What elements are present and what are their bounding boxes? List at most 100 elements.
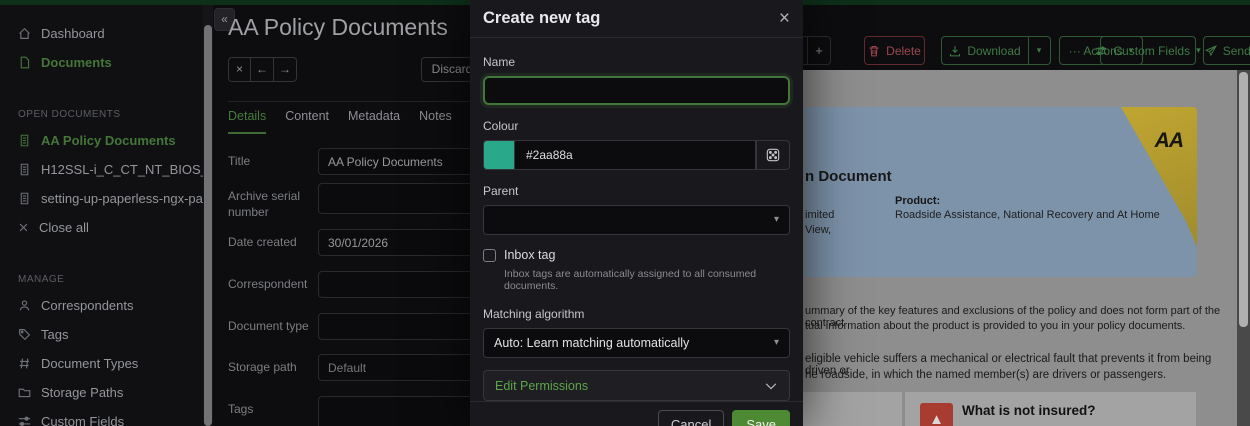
tab-details[interactable]: Details [228, 109, 266, 134]
colour-label: Colour [483, 119, 790, 133]
open-documents-header: OPEN DOCUMENTS [0, 95, 203, 126]
file-text-icon [18, 163, 31, 176]
inbox-tag-label: Inbox tag [504, 248, 555, 262]
field-label: Storage path [228, 354, 318, 381]
download-icon [949, 45, 961, 57]
close-icon [18, 222, 29, 233]
document-preview-pane: AA n Document imited View, Product: Road… [788, 70, 1237, 426]
open-doc-item[interactable]: H12SSL-i_C_CT_NT_BIOS_3.3_rele... [0, 155, 203, 184]
zoom-in-button[interactable]: + [808, 36, 831, 65]
open-doc-item[interactable]: setting-up-paperless-ngx-part-one [0, 184, 203, 213]
doc-heading-fragment: n Document [805, 168, 892, 185]
sidebar-item-label: Correspondents [41, 298, 134, 313]
name-label: Name [483, 55, 790, 69]
delete-button[interactable]: Delete [864, 36, 925, 65]
modal-header: Create new tag × [470, 0, 803, 38]
open-doc-label: setting-up-paperless-ngx-part-one [41, 191, 203, 206]
field-label: Title [228, 148, 318, 175]
tab-metadata[interactable]: Metadata [348, 109, 400, 134]
aa-logo: AA [1155, 129, 1183, 153]
modal-body: Name Colour Parent ▾ Inbox tag Inbox tag… [470, 38, 803, 401]
close-document-button[interactable]: × [228, 57, 251, 82]
manage-header: MANAGE [0, 260, 203, 291]
custom-fields-button[interactable]: Custom Fields ▾ [1100, 36, 1196, 65]
sidebar-item-dashboard[interactable]: Dashboard [0, 19, 203, 48]
download-button[interactable]: Download [941, 36, 1029, 65]
field-label: Date created [228, 229, 318, 256]
sidebar-item-documents[interactable]: Documents [0, 48, 203, 77]
page-title: AA Policy Documents [228, 14, 448, 41]
sliders-icon [1095, 45, 1107, 57]
aa-logo-ribbon [1121, 107, 1197, 247]
parent-label: Parent [483, 184, 790, 198]
chevron-down-icon: ▾ [774, 337, 779, 348]
doc-address-fragment: View, [805, 224, 831, 236]
documents-icon [18, 56, 31, 69]
close-all-button[interactable]: Close all [0, 213, 203, 242]
ipid-section-box: ▲ What is not insured? [905, 392, 1196, 426]
document-nav-group: × ← → [228, 57, 297, 82]
chevron-down-icon: ▾ [774, 214, 779, 225]
doc-address-fragment: imited [805, 209, 834, 221]
inbox-tag-checkbox[interactable] [483, 249, 496, 262]
inbox-tag-row: Inbox tag [483, 248, 790, 262]
person-icon [18, 299, 31, 312]
matching-algorithm-label: Matching algorithm [483, 307, 790, 321]
sidebar-item-label: Documents [41, 55, 112, 70]
field-label: Correspondent [228, 271, 318, 298]
tag-icon [18, 328, 31, 341]
send-icon [1205, 45, 1217, 57]
sidebar-item-storage-paths[interactable]: Storage Paths [0, 378, 203, 407]
sidebar-item-label: Dashboard [41, 26, 105, 41]
random-colour-button[interactable] [756, 140, 790, 170]
cancel-button[interactable]: Cancel [658, 410, 724, 426]
paperless-app: Dashboard Documents OPEN DOCUMENTS AA Po… [0, 0, 1250, 426]
create-tag-modal: Create new tag × Name Colour Parent ▾ In… [470, 0, 803, 426]
field-label: Tags [228, 396, 318, 426]
open-doc-label: AA Policy Documents [41, 133, 176, 148]
ipid-header-box: AA [805, 107, 1197, 277]
tab-notes[interactable]: Notes [419, 109, 452, 134]
sidebar-item-label: Document Types [41, 356, 138, 371]
open-doc-item-active[interactable]: AA Policy Documents [0, 126, 203, 155]
matching-algorithm-select[interactable]: Auto: Learn matching automatically ▾ [483, 328, 790, 358]
doc-product-label: Product: [895, 195, 940, 207]
file-text-icon [18, 134, 31, 147]
sliders-icon [18, 415, 31, 426]
colour-hex-input[interactable] [514, 140, 756, 170]
sidebar-item-tags[interactable]: Tags [0, 320, 203, 349]
preview-scrollbar[interactable] [1237, 70, 1250, 426]
doc-product-value: Roadside Assistance, National Recovery a… [895, 209, 1160, 221]
send-button[interactable]: Send ▾ [1203, 36, 1250, 65]
sidebar: Dashboard Documents OPEN DOCUMENTS AA Po… [0, 5, 203, 426]
next-document-button[interactable]: → [274, 57, 297, 82]
scrollbar-thumb[interactable] [204, 25, 212, 426]
sidebar-item-document-types[interactable]: Document Types [0, 349, 203, 378]
folder-icon [18, 386, 31, 399]
save-button[interactable]: Save [732, 410, 790, 426]
sidebar-item-correspondents[interactable]: Correspondents [0, 291, 203, 320]
scrollbar-thumb[interactable] [1239, 72, 1248, 327]
doc-body-line: tual information about the product is pr… [805, 320, 1185, 332]
not-insured-icon: ▲ [920, 403, 953, 426]
tag-name-input[interactable] [483, 76, 790, 105]
close-all-label: Close all [39, 220, 89, 235]
sidebar-item-label: Custom Fields [41, 414, 124, 426]
chevron-down-icon: ▾ [1196, 45, 1201, 56]
edit-permissions-accordion[interactable]: Edit Permissions [483, 370, 790, 401]
modal-close-icon[interactable]: × [779, 9, 790, 28]
sidebar-item-label: Tags [41, 327, 68, 342]
modal-title: Create new tag [483, 9, 600, 28]
tab-content[interactable]: Content [285, 109, 329, 134]
sidebar-scrollbar[interactable] [203, 5, 213, 426]
download-dropdown-button[interactable]: ▾ [1028, 36, 1051, 65]
field-label: Archive serial number [228, 183, 318, 220]
trash-icon [868, 45, 880, 57]
previous-document-button[interactable]: ← [251, 57, 274, 82]
chevron-down-icon [764, 379, 778, 393]
sidebar-item-custom-fields[interactable]: Custom Fields [0, 407, 203, 426]
modal-footer: Cancel Save [470, 401, 803, 426]
parent-select[interactable]: ▾ [483, 205, 790, 235]
dashboard-icon [18, 27, 31, 40]
inbox-tag-hint: Inbox tags are automatically assigned to… [504, 268, 790, 292]
